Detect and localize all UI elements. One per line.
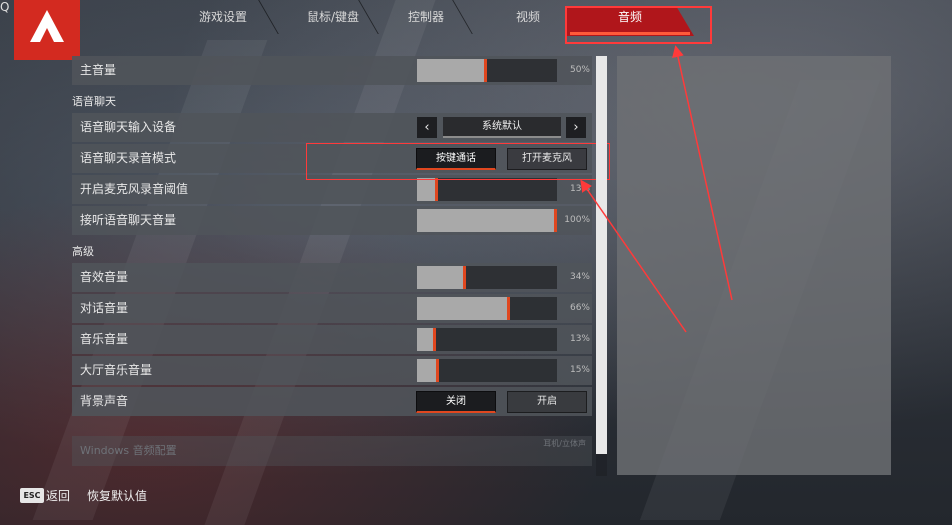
tab-controller[interactable]: 控制器: [380, 0, 472, 34]
esc-key-icon: ESC: [20, 488, 44, 503]
slider-handle[interactable]: [433, 328, 436, 351]
incoming-voice-volume-slider[interactable]: [417, 209, 557, 232]
apex-logo-icon: [30, 10, 64, 42]
row-lobby-music-volume: 大厅音乐音量 15%: [72, 356, 592, 385]
lobby-music-volume-slider[interactable]: [417, 359, 557, 382]
lobby-music-volume-label: 大厅音乐音量: [80, 363, 153, 377]
dialogue-volume-label: 对话音量: [80, 301, 129, 315]
tab-mouse-keyboard[interactable]: 鼠标/键盘: [278, 0, 388, 34]
master-volume-label: 主音量: [80, 63, 117, 77]
slider-fill: [417, 359, 436, 382]
incoming-voice-volume-label: 接听语音聊天音量: [80, 213, 177, 227]
row-music-volume: 音乐音量 13%: [72, 325, 592, 354]
row-sfx-volume: 音效音量 34%: [72, 263, 592, 292]
slider-handle[interactable]: [484, 59, 487, 82]
tab-video[interactable]: 视频: [480, 0, 576, 34]
annotation-box-record-mode: [306, 143, 610, 180]
slider-handle[interactable]: [507, 297, 510, 320]
windows-audio-config-label: Windows 音频配置: [80, 444, 177, 457]
background-audio-on-option[interactable]: 开启: [507, 391, 587, 413]
slider-fill: [417, 59, 484, 82]
windows-audio-config-value: 耳机/立体声: [543, 439, 586, 448]
mic-threshold-label: 开启麦克风录音阈值: [80, 182, 189, 196]
master-volume-value: 50%: [569, 65, 590, 75]
dialogue-volume-value: 66%: [569, 303, 590, 313]
chevron-left-icon[interactable]: ‹: [417, 117, 437, 138]
description-panel: [617, 56, 891, 475]
slider-handle[interactable]: [436, 359, 439, 382]
scrollbar-thumb[interactable]: [596, 56, 607, 454]
corner-glyph: Q: [0, 0, 10, 14]
voice-record-mode-label: 语音聊天录音模式: [80, 151, 177, 165]
background-audio-label: 背景声音: [80, 394, 129, 408]
lobby-music-volume-value: 15%: [569, 365, 590, 375]
apex-logo: [14, 0, 80, 60]
row-voice-input-device: 语音聊天输入设备 ‹ 系统默认 ›: [72, 113, 592, 142]
slider-fill: [417, 328, 433, 351]
row-incoming-voice-volume: 接听语音聊天音量 100%: [72, 206, 592, 235]
slider-fill: [417, 266, 463, 289]
sfx-volume-label: 音效音量: [80, 270, 129, 284]
music-volume-slider[interactable]: [417, 328, 557, 351]
slider-fill: [417, 297, 507, 320]
background-audio-off-option[interactable]: 关闭: [416, 391, 496, 413]
back-button[interactable]: 返回: [46, 486, 70, 506]
slider-handle[interactable]: [463, 266, 466, 289]
row-master-volume: 主音量 50%: [72, 56, 592, 85]
tab-game-settings[interactable]: 游戏设置: [170, 0, 276, 34]
music-volume-label: 音乐音量: [80, 332, 129, 346]
slider-handle[interactable]: [435, 178, 438, 201]
dialogue-volume-slider[interactable]: [417, 297, 557, 320]
voice-input-device-label: 语音聊天输入设备: [80, 120, 177, 134]
section-voice-chat: 语音聊天: [72, 95, 116, 108]
reset-defaults-button[interactable]: 恢复默认值: [87, 486, 147, 506]
row-background-audio: 背景声音 关闭 开启: [72, 387, 592, 416]
sfx-volume-slider[interactable]: [417, 266, 557, 289]
music-volume-value: 13%: [569, 334, 590, 344]
section-advanced: 高级: [72, 245, 94, 258]
mic-threshold-slider[interactable]: [417, 178, 557, 201]
slider-fill: [417, 209, 554, 232]
slider-handle[interactable]: [554, 209, 557, 232]
incoming-voice-volume-value: 100%: [564, 215, 590, 225]
voice-input-device-value: 系统默认: [443, 117, 561, 138]
master-volume-slider[interactable]: [417, 59, 557, 82]
sfx-volume-value: 34%: [569, 272, 590, 282]
row-windows-audio-config: Windows 音频配置 耳机/立体声: [72, 436, 592, 466]
row-dialogue-volume: 对话音量 66%: [72, 294, 592, 323]
chevron-right-icon[interactable]: ›: [566, 117, 586, 138]
annotation-box-audio-tab: [565, 6, 712, 44]
slider-fill: [417, 178, 435, 201]
